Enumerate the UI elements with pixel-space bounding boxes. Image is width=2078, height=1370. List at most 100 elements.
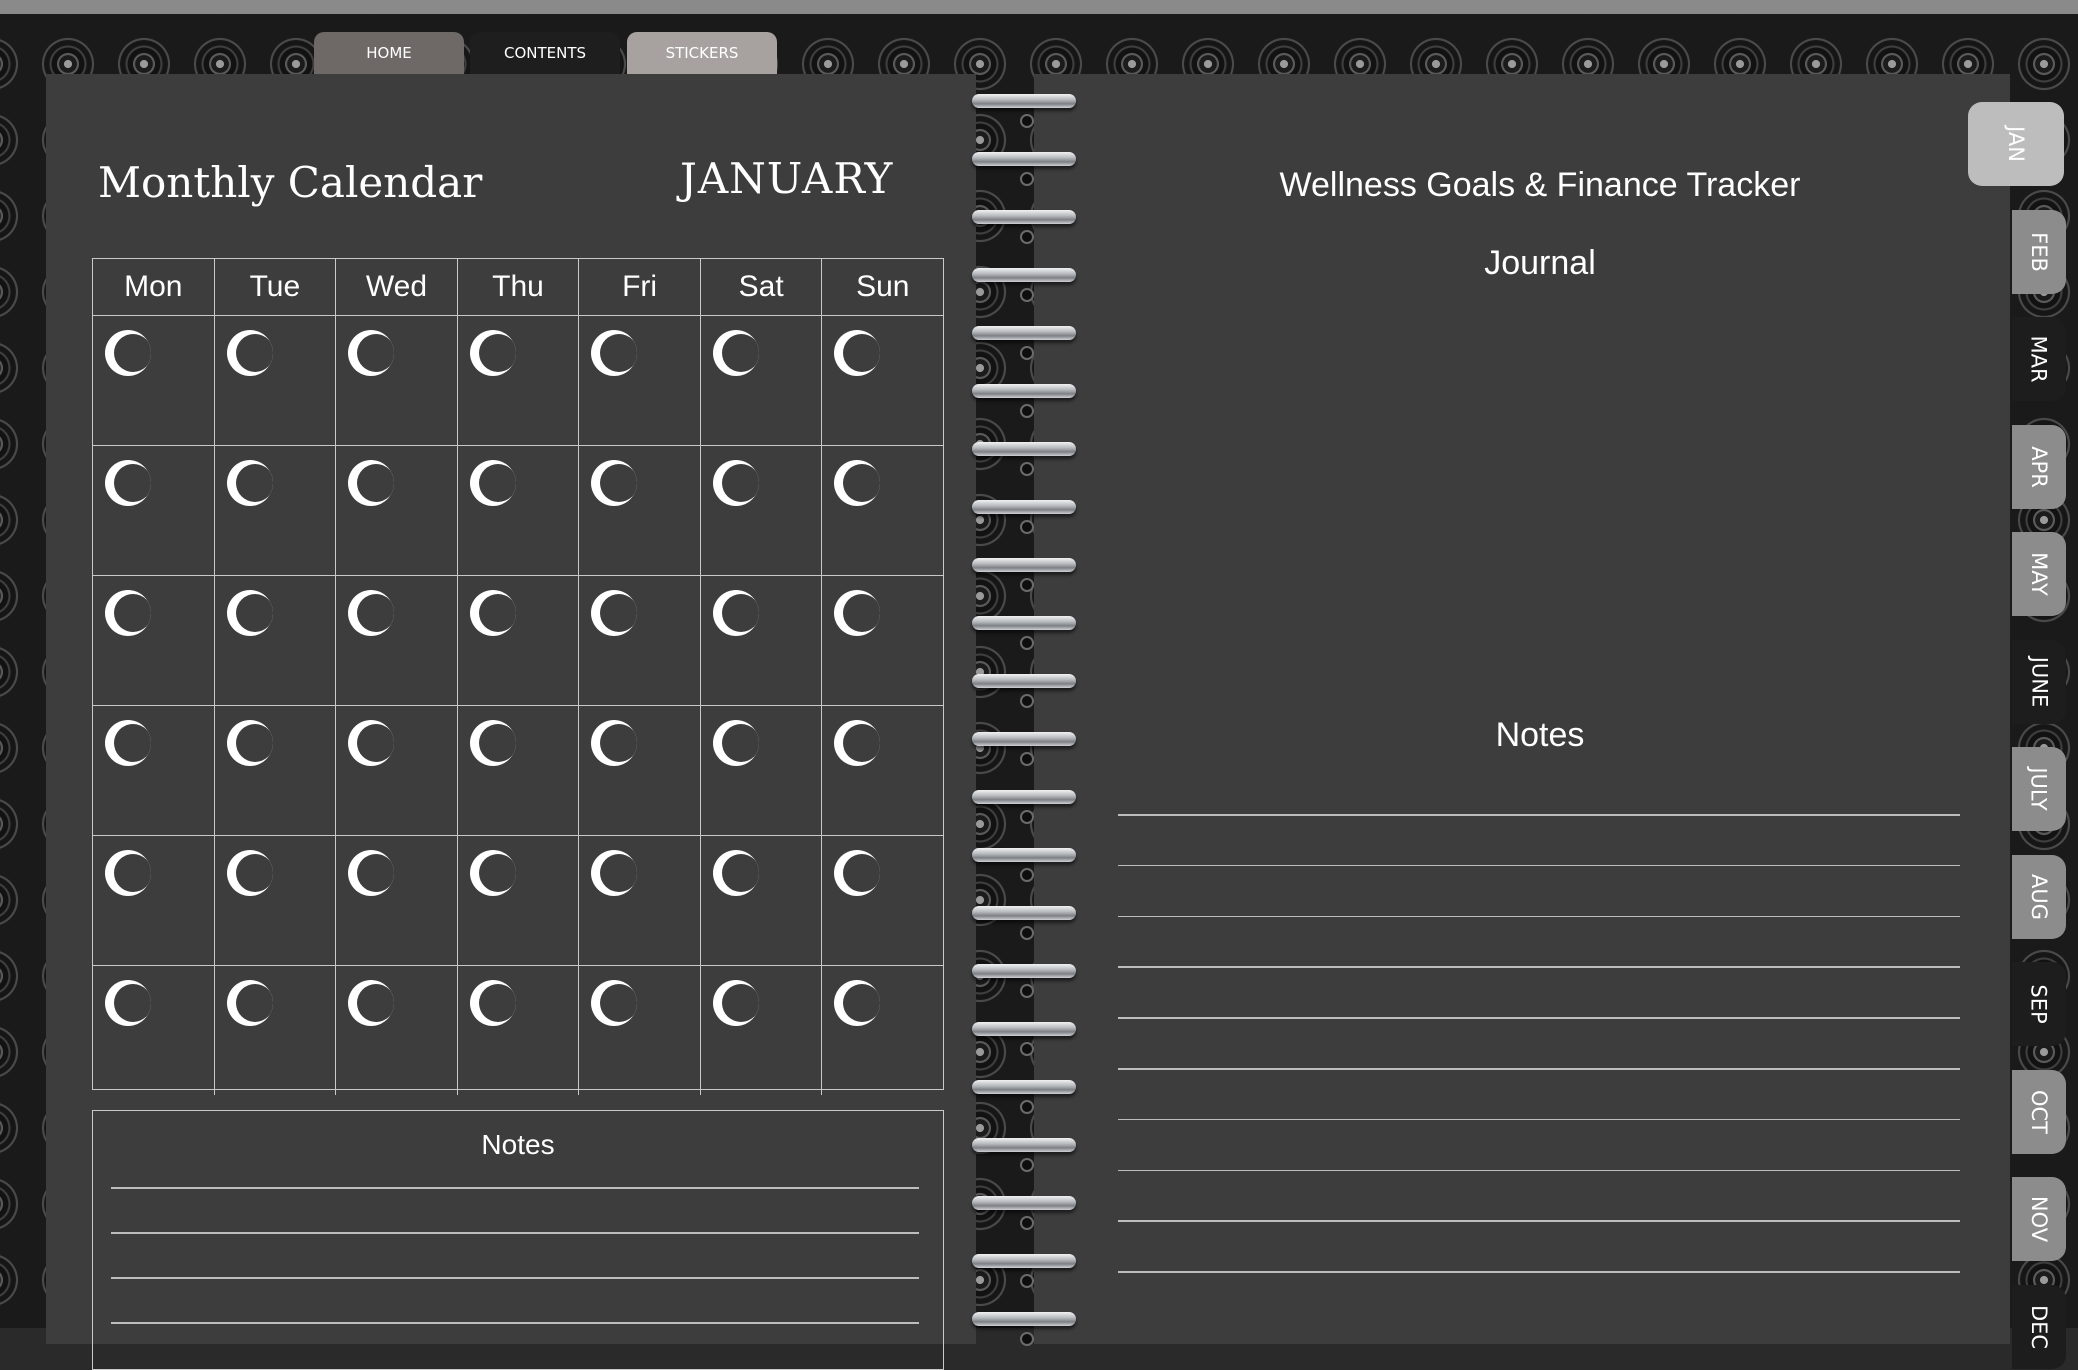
note-line: [1118, 1068, 1960, 1070]
binding-hole: [1020, 288, 1034, 302]
month-tab-label: APR: [2027, 445, 2051, 488]
month-tab-label: AUG: [2026, 873, 2051, 920]
spiral-ring: [972, 616, 1076, 630]
calendar-day-cell[interactable]: [701, 836, 823, 965]
binding-hole: [1020, 1216, 1034, 1230]
calendar-day-cell[interactable]: [215, 576, 337, 705]
calendar-day-cell[interactable]: [458, 316, 580, 445]
note-line: [111, 1322, 919, 1324]
tab-stickers[interactable]: STICKERS: [627, 32, 777, 74]
calendar-day-cell[interactable]: [701, 576, 823, 705]
calendar-day-cell[interactable]: [701, 966, 823, 1095]
calendar-day-cell[interactable]: [93, 316, 215, 445]
month-tab-mar[interactable]: MAR: [2012, 317, 2066, 401]
crescent-moon-icon: [591, 460, 638, 506]
calendar-day-cell[interactable]: [579, 576, 701, 705]
calendar-day-cell[interactable]: [579, 316, 701, 445]
crescent-moon-icon: [105, 720, 151, 766]
month-tab-nov[interactable]: NOV: [2012, 1177, 2066, 1261]
calendar-day-cell[interactable]: [458, 836, 580, 965]
note-line: [1118, 1169, 1960, 1172]
binding-hole: [1020, 1042, 1034, 1056]
note-line: [1118, 915, 1960, 918]
calendar-day-cell[interactable]: [458, 576, 580, 705]
crescent-moon-icon: [591, 720, 638, 766]
note-line: [1118, 966, 1960, 968]
month-tab-july[interactable]: JULY: [2012, 747, 2066, 831]
calendar-day-cell[interactable]: [215, 836, 337, 965]
weekday-fri: Fri: [579, 259, 701, 315]
month-tab-jan[interactable]: JAN: [1968, 102, 2064, 186]
binding-hole: [1020, 636, 1034, 650]
tab-contents[interactable]: CONTENTS: [470, 32, 620, 74]
calendar-day-cell[interactable]: [822, 316, 943, 445]
calendar-day-cell[interactable]: [701, 446, 823, 575]
crescent-moon-icon: [469, 330, 516, 376]
crescent-moon-icon: [469, 850, 516, 896]
spiral-ring: [972, 384, 1076, 398]
crescent-moon-icon: [226, 590, 273, 636]
weekday-thu: Thu: [458, 259, 580, 315]
weekday-mon: Mon: [93, 259, 215, 315]
calendar-day-cell[interactable]: [93, 966, 215, 1095]
crescent-moon-icon: [834, 720, 881, 766]
tab-home[interactable]: HOME: [314, 32, 464, 74]
month-tab-dec[interactable]: DEC: [2012, 1284, 2066, 1369]
month-tab-label: JULY: [2027, 767, 2051, 811]
calendar-day-cell[interactable]: [822, 836, 943, 965]
crescent-moon-icon: [226, 720, 273, 766]
spiral-ring: [972, 674, 1076, 688]
crescent-moon-icon: [226, 850, 273, 896]
spiral-ring: [972, 210, 1076, 224]
calendar-day-cell[interactable]: [579, 706, 701, 835]
calendar-day-cell[interactable]: [215, 316, 337, 445]
calendar-day-cell[interactable]: [822, 966, 943, 1095]
calendar-day-cell[interactable]: [93, 576, 215, 705]
month-tab-aug[interactable]: AUG: [2012, 854, 2066, 939]
calendar-day-cell[interactable]: [93, 446, 215, 575]
crescent-moon-icon: [834, 330, 881, 376]
calendar-day-cell[interactable]: [93, 706, 215, 835]
weekday-header-row: Mon Tue Wed Thu Fri Sat Sun: [93, 259, 943, 316]
calendar-day-cell[interactable]: [215, 446, 337, 575]
crescent-moon-icon: [591, 330, 638, 376]
calendar-day-cell[interactable]: [336, 316, 458, 445]
calendar-day-cell[interactable]: [336, 706, 458, 835]
calendar-day-cell[interactable]: [701, 706, 823, 835]
spiral-ring: [972, 1080, 1076, 1094]
calendar-day-cell[interactable]: [579, 966, 701, 1095]
crescent-moon-icon: [834, 980, 881, 1026]
calendar-day-cell[interactable]: [336, 836, 458, 965]
crescent-moon-icon: [348, 460, 395, 506]
month-tab-sep[interactable]: SEP: [2012, 962, 2066, 1046]
calendar-day-cell[interactable]: [458, 706, 580, 835]
month-tab-feb[interactable]: FEB: [2012, 209, 2066, 294]
calendar-day-cell[interactable]: [458, 446, 580, 575]
calendar-day-cell[interactable]: [336, 576, 458, 705]
calendar-day-cell[interactable]: [822, 446, 943, 575]
calendar-day-cell[interactable]: [215, 966, 337, 1095]
spiral-ring: [972, 1022, 1076, 1036]
calendar-day-cell[interactable]: [579, 836, 701, 965]
calendar-day-cell[interactable]: [822, 706, 943, 835]
calendar-day-cell[interactable]: [701, 316, 823, 445]
crescent-moon-icon: [226, 980, 273, 1026]
crescent-moon-icon: [712, 720, 759, 766]
crescent-moon-icon: [105, 330, 151, 376]
binding-hole: [1020, 230, 1034, 244]
calendar-day-cell[interactable]: [93, 836, 215, 965]
calendar-day-cell[interactable]: [336, 446, 458, 575]
calendar-day-cell[interactable]: [215, 706, 337, 835]
calendar-day-cell[interactable]: [458, 966, 580, 1095]
month-tab-oct[interactable]: OCT: [2012, 1069, 2066, 1154]
month-tab-june[interactable]: JUNE: [2012, 639, 2066, 724]
crescent-moon-icon: [834, 460, 881, 506]
month-tab-may[interactable]: MAY: [2012, 532, 2066, 616]
calendar-day-cell[interactable]: [579, 446, 701, 575]
calendar-day-cell[interactable]: [336, 966, 458, 1095]
binding-hole: [1020, 1332, 1034, 1346]
calendar-day-cell[interactable]: [822, 576, 943, 705]
spiral-ring: [972, 848, 1076, 862]
month-tab-apr[interactable]: APR: [2012, 424, 2066, 509]
left-notes-box[interactable]: Notes: [92, 1110, 944, 1370]
